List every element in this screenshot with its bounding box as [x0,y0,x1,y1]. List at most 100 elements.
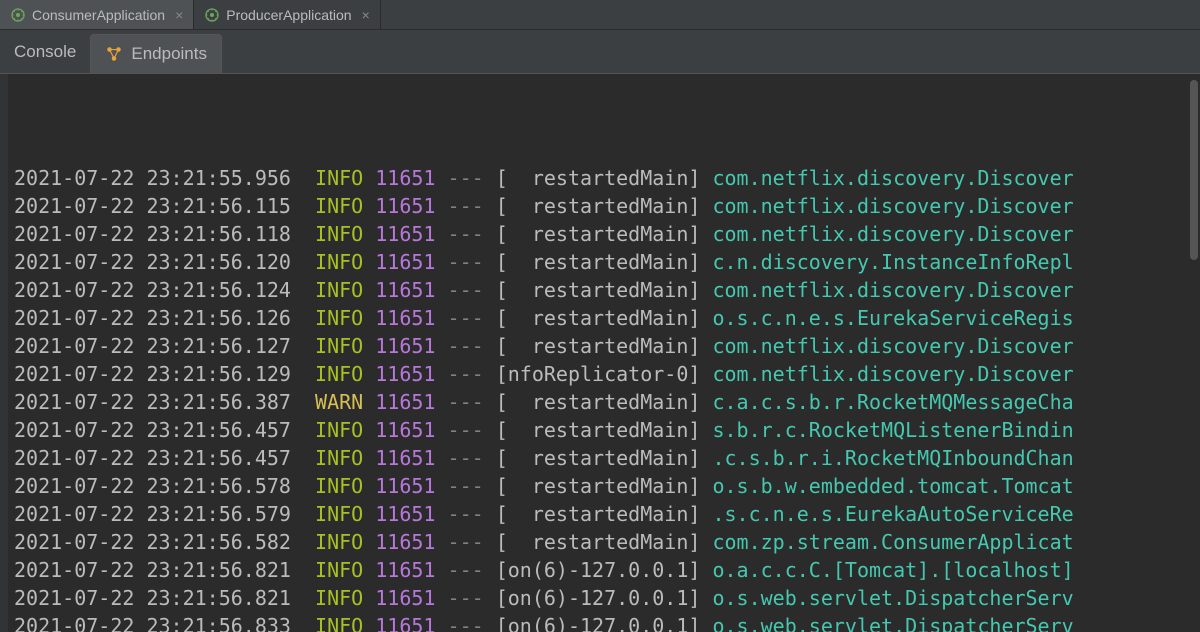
log-thread: [on(6)-127.0.0.1] [496,586,701,610]
log-pid: 11651 [375,194,435,218]
log-line: 2021-07-22 23:21:56.582 INFO 11651 --- [… [8,528,1200,556]
console-output[interactable]: 2021-07-22 23:21:55.956 INFO 11651 --- [… [0,74,1200,632]
log-sep: --- [448,278,484,302]
log-line: 2021-07-22 23:21:56.833 INFO 11651 --- [… [8,612,1200,632]
log-line: 2021-07-22 23:21:56.120 INFO 11651 --- [… [8,248,1200,276]
log-timestamp: 2021-07-22 23:21:56.126 [14,306,291,330]
file-tab-bar: ConsumerApplication × ProducerApplicatio… [0,0,1200,30]
log-thread: [ restartedMain] [496,306,701,330]
log-timestamp: 2021-07-22 23:21:56.387 [14,390,291,414]
tab-endpoints[interactable]: Endpoints [90,34,222,73]
file-tab-consumer[interactable]: ConsumerApplication × [0,0,194,29]
log-timestamp: 2021-07-22 23:21:56.821 [14,586,291,610]
log-line: 2021-07-22 23:21:56.457 INFO 11651 --- [… [8,444,1200,472]
log-sep: --- [448,362,484,386]
log-sep: --- [448,334,484,358]
log-level: INFO [315,194,363,218]
tab-label: Endpoints [131,44,207,64]
log-timestamp: 2021-07-22 23:21:56.118 [14,222,291,246]
log-timestamp: 2021-07-22 23:21:56.120 [14,250,291,274]
log-timestamp: 2021-07-22 23:21:56.129 [14,362,291,386]
log-level: INFO [315,222,363,246]
log-logger: c.n.discovery.InstanceInfoRepl [712,250,1073,274]
log-thread: [ restartedMain] [496,194,701,218]
run-config-icon [204,7,220,23]
log-level: INFO [315,502,363,526]
log-line: 2021-07-22 23:21:56.821 INFO 11651 --- [… [8,556,1200,584]
log-logger: com.netflix.discovery.Discover [712,194,1073,218]
log-thread: [on(6)-127.0.0.1] [496,614,701,632]
log-logger: o.s.web.servlet.DispatcherServ [712,586,1073,610]
log-thread: [ restartedMain] [496,278,701,302]
log-line: 2021-07-22 23:21:56.129 INFO 11651 --- [… [8,360,1200,388]
log-timestamp: 2021-07-22 23:21:56.821 [14,558,291,582]
log-level: WARN [315,390,363,414]
log-pid: 11651 [375,446,435,470]
log-logger: com.netflix.discovery.Discover [712,166,1073,190]
log-level: INFO [315,166,363,190]
log-logger: o.s.c.n.e.s.EurekaServiceRegis [712,306,1073,330]
endpoints-icon [105,45,123,63]
log-timestamp: 2021-07-22 23:21:56.457 [14,446,291,470]
log-thread: [ restartedMain] [496,446,701,470]
log-logger: .s.c.n.e.s.EurekaAutoServiceRe [712,502,1073,526]
log-sep: --- [448,614,484,632]
log-pid: 11651 [375,558,435,582]
log-level: INFO [315,418,363,442]
log-line: 2021-07-22 23:21:56.821 INFO 11651 --- [… [8,584,1200,612]
log-pid: 11651 [375,250,435,274]
scrollbar-thumb[interactable] [1190,80,1198,260]
log-sep: --- [448,586,484,610]
log-thread: [nfoReplicator-0] [496,362,701,386]
log-pid: 11651 [375,502,435,526]
log-thread: [ restartedMain] [496,474,701,498]
close-icon[interactable]: × [362,7,370,23]
log-logger: o.s.web.servlet.DispatcherServ [712,614,1073,632]
log-timestamp: 2021-07-22 23:21:56.579 [14,502,291,526]
log-thread: [ restartedMain] [496,166,701,190]
log-line: 2021-07-22 23:21:55.956 INFO 11651 --- [… [8,164,1200,192]
log-timestamp: 2021-07-22 23:21:56.127 [14,334,291,358]
run-config-icon [10,7,26,23]
log-timestamp: 2021-07-22 23:21:56.115 [14,194,291,218]
log-timestamp: 2021-07-22 23:21:56.457 [14,418,291,442]
log-line: 2021-07-22 23:21:56.387 WARN 11651 --- [… [8,388,1200,416]
log-sep: --- [448,194,484,218]
log-thread: [ restartedMain] [496,418,701,442]
log-pid: 11651 [375,222,435,246]
log-pid: 11651 [375,390,435,414]
tool-tab-bar: Console Endpoints [0,30,1200,74]
log-level: INFO [315,446,363,470]
close-icon[interactable]: × [175,7,183,23]
tab-console[interactable]: Console [0,30,90,73]
file-tab-label: ProducerApplication [226,7,351,23]
gutter [0,74,8,632]
log-logger: .c.s.b.r.i.RocketMQInboundChan [712,446,1073,470]
log-sep: --- [448,530,484,554]
log-line: 2021-07-22 23:21:56.118 INFO 11651 --- [… [8,220,1200,248]
log-sep: --- [448,446,484,470]
log-line: 2021-07-22 23:21:56.579 INFO 11651 --- [… [8,500,1200,528]
tab-label: Console [14,42,76,62]
file-tab-producer[interactable]: ProducerApplication × [194,0,380,29]
log-level: INFO [315,278,363,302]
log-thread: [ restartedMain] [496,530,701,554]
log-thread: [on(6)-127.0.0.1] [496,558,701,582]
log-thread: [ restartedMain] [496,390,701,414]
log-logger: com.netflix.discovery.Discover [712,278,1073,302]
log-line: 2021-07-22 23:21:56.124 INFO 11651 --- [… [8,276,1200,304]
log-logger: com.netflix.discovery.Discover [712,334,1073,358]
file-tab-label: ConsumerApplication [32,7,165,23]
log-line: 2021-07-22 23:21:56.127 INFO 11651 --- [… [8,332,1200,360]
log-logger: o.a.c.c.C.[Tomcat].[localhost] [712,558,1073,582]
log-logger: com.netflix.discovery.Discover [712,362,1073,386]
log-pid: 11651 [375,586,435,610]
log-logger: com.netflix.discovery.Discover [712,222,1073,246]
log-logger: c.a.c.s.b.r.RocketMQMessageCha [712,390,1073,414]
log-logger: o.s.b.w.embedded.tomcat.Tomcat [712,474,1073,498]
log-level: INFO [315,586,363,610]
log-sep: --- [448,502,484,526]
log-thread: [ restartedMain] [496,502,701,526]
log-line: 2021-07-22 23:21:56.115 INFO 11651 --- [… [8,192,1200,220]
log-level: INFO [315,362,363,386]
